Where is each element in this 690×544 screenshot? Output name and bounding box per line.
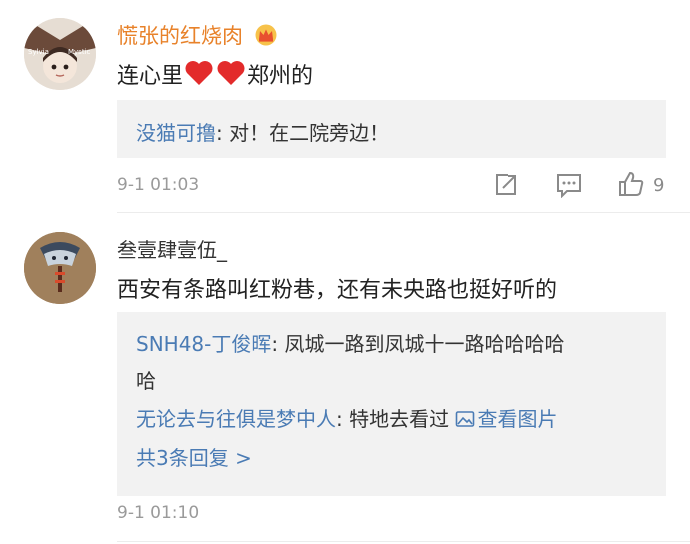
reply-text: 对！在二院旁边！	[229, 121, 390, 145]
reply-line[interactable]: 没猫可撸: 对！在二院旁边！	[136, 117, 389, 146]
more-replies-link[interactable]: 共3条回复 >	[136, 442, 252, 471]
crown-icon	[254, 24, 278, 51]
avatar-label-right: Mystic	[68, 48, 91, 56]
comment-icon	[557, 174, 581, 199]
username[interactable]: 叁壹肆壹伍_	[117, 234, 227, 263]
reply-line-continued: 哈	[136, 369, 156, 393]
reply-text: 特地去看过	[349, 407, 456, 431]
username[interactable]: 慌张的红烧肉	[117, 20, 278, 51]
share-button[interactable]	[493, 172, 519, 202]
heart-icon	[184, 60, 214, 92]
comment-text-start: 连心里	[117, 64, 184, 89]
comment-item: Sylvia Mystic 慌张的红烧肉 连心里 郑州的 没猫可撸: 对！在二院旁…	[0, 0, 690, 214]
comment-item: 叁壹肆壹伍_ 西安有条路叫红粉巷，还有未央路也挺好听的 SNH48-丁俊晖: 凤…	[0, 214, 690, 544]
comment-text: 连心里 郑州的	[117, 58, 313, 92]
avatar-image	[24, 232, 96, 304]
view-image-label[interactable]: 查看图片	[477, 407, 557, 431]
like-button[interactable]	[617, 170, 645, 202]
username-text[interactable]: 慌张的红烧肉	[117, 24, 243, 48]
thumbs-up-icon	[619, 171, 644, 196]
comment-text-end: 郑州的	[247, 64, 314, 89]
share-icon	[496, 174, 516, 195]
reply-separator: :	[271, 332, 285, 356]
reply-separator: :	[336, 407, 350, 431]
reply-author[interactable]: SNH48-丁俊晖	[136, 332, 271, 356]
reply-box[interactable]: SNH48-丁俊晖: 凤城一路到凤城十一路哈哈哈哈 哈 无论去与往俱是梦中人: …	[117, 312, 666, 496]
heart-icon	[216, 60, 246, 92]
reply-author[interactable]: 无论去与往俱是梦中人	[136, 407, 336, 431]
like-count: 9	[653, 175, 665, 196]
avatar-image: Sylvia Mystic	[24, 18, 96, 90]
divider	[117, 212, 690, 213]
reply-separator: :	[216, 121, 230, 145]
timestamp: 9-1 01:03	[117, 175, 200, 195]
comment-text: 西安有条路叫红粉巷，还有未央路也挺好听的	[117, 278, 558, 303]
reply-text: 凤城一路到凤城十一路哈哈哈哈	[284, 332, 565, 356]
divider	[117, 541, 690, 542]
timestamp: 9-1 01:10	[117, 503, 200, 523]
reply-line[interactable]: 无论去与往俱是梦中人: 特地去看过 查看图片	[136, 403, 557, 433]
comment-button[interactable]	[555, 172, 583, 202]
avatar-label-left: Sylvia	[28, 48, 49, 56]
reply-line[interactable]: SNH48-丁俊晖: 凤城一路到凤城十一路哈哈哈哈	[136, 328, 564, 357]
avatar[interactable]: Sylvia Mystic	[24, 18, 96, 90]
image-icon	[455, 409, 475, 433]
reply-box[interactable]: 没猫可撸: 对！在二院旁边！	[117, 100, 666, 158]
view-image-link[interactable]: 查看图片	[455, 407, 557, 431]
reply-author[interactable]: 没猫可撸	[136, 121, 216, 145]
avatar[interactable]	[24, 232, 96, 304]
